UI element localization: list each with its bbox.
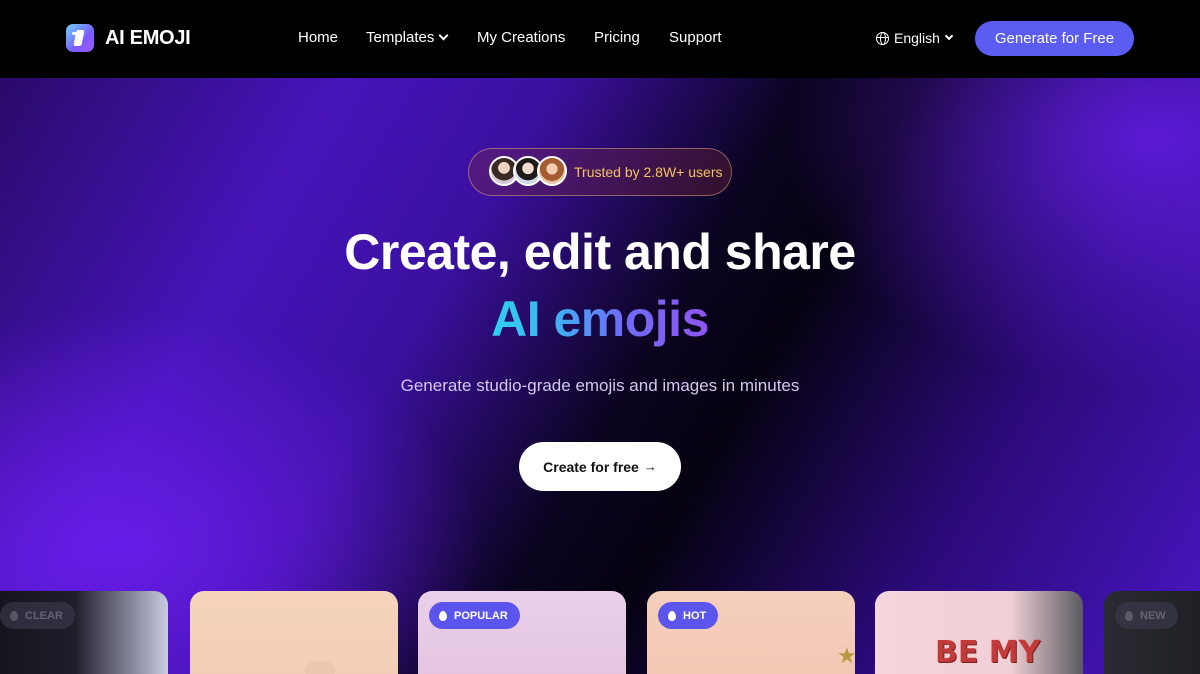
arrow-right-icon: → [643, 459, 657, 474]
user-avatars [489, 156, 569, 188]
card-badge-label: POPULAR [454, 609, 508, 622]
brand-name: AI EMOJI [105, 26, 191, 49]
card-badge: NEW [1115, 602, 1178, 629]
create-for-free-label: Create for free [543, 458, 639, 475]
nav-templates-label: Templates [366, 29, 435, 46]
nav-home[interactable]: Home [298, 29, 338, 46]
template-card[interactable] [190, 591, 398, 674]
nav-support[interactable]: Support [669, 29, 722, 46]
hero-title-line2: AI emojis [0, 290, 1200, 348]
nav-pricing[interactable]: Pricing [594, 29, 640, 46]
trusted-badge: Trusted by 2.8W+ users [468, 148, 732, 196]
template-card[interactable]: POPULAR [418, 591, 626, 674]
chevron-down-icon [944, 31, 954, 41]
hero-title-highlight: AI emojis [491, 291, 709, 347]
nav-templates[interactable]: Templates [366, 29, 449, 46]
language-selector[interactable]: English [876, 30, 954, 46]
template-card[interactable]: HOT ★ [647, 591, 855, 674]
top-nav: AI EMOJI Home Templates My Creations Pri… [0, 0, 1200, 78]
drop-icon [1125, 610, 1133, 621]
card-badge: CLEAR [0, 602, 75, 629]
star-icon: ★ [837, 643, 855, 668]
globe-icon [876, 31, 889, 45]
generate-for-free-button[interactable]: Generate for Free [975, 21, 1134, 56]
hero-section: Trusted by 2.8W+ users Create, edit and … [0, 78, 1200, 674]
language-label: English [894, 30, 940, 46]
chevron-down-icon [438, 30, 449, 41]
card-badge-label: HOT [683, 609, 707, 622]
drop-icon [668, 610, 676, 621]
card-image-text: BE MY [935, 635, 1041, 670]
card-badge: HOT [658, 602, 719, 629]
card-badge-label: CLEAR [25, 609, 63, 622]
logo-icon [66, 24, 94, 52]
template-card[interactable]: NEW [1104, 591, 1200, 674]
hero-subtitle: Generate studio-grade emojis and images … [400, 376, 800, 395]
template-card[interactable]: BE MY [875, 591, 1083, 674]
avatar [537, 156, 567, 186]
drop-icon [439, 610, 447, 621]
card-image [305, 661, 335, 674]
card-badge-label: NEW [1140, 609, 1166, 622]
template-card[interactable]: CLEAR [0, 591, 168, 674]
card-badge: POPULAR [429, 602, 520, 629]
create-for-free-button[interactable]: Create for free → [519, 442, 681, 491]
nav-my-creations[interactable]: My Creations [477, 29, 565, 46]
drop-icon [10, 610, 18, 621]
brand-logo[interactable]: AI EMOJI [66, 24, 191, 52]
hero-title-line1: Create, edit and share [344, 224, 856, 280]
trusted-text: Trusted by 2.8W+ users [574, 164, 723, 180]
